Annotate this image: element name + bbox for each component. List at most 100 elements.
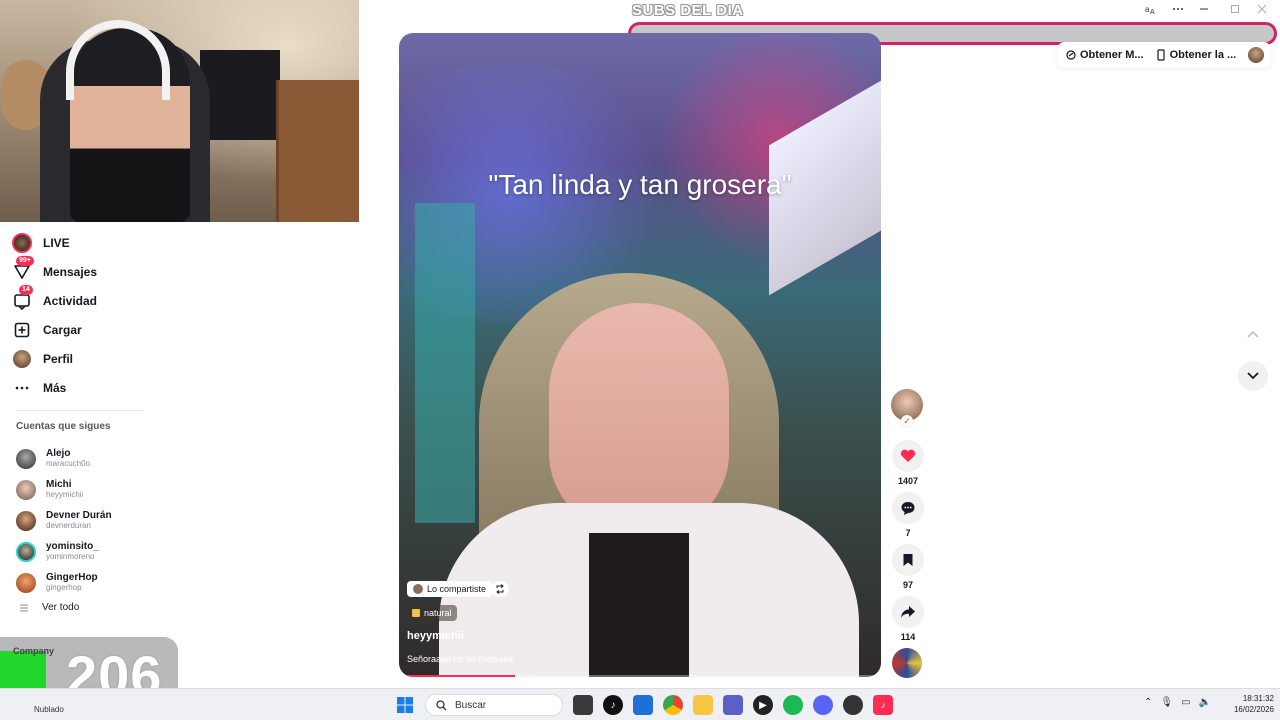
folder-icon[interactable] — [693, 695, 713, 715]
comment-button[interactable] — [892, 492, 924, 524]
see-all-button[interactable]: Ver todo — [20, 602, 79, 613]
get-desktop-button[interactable]: Obtener la ... — [1156, 49, 1237, 61]
obs-icon[interactable] — [843, 695, 863, 715]
ellipsis-icon[interactable] — [1172, 3, 1184, 19]
video-text-overlay: "Tan linda y tan grosera" — [488, 169, 792, 200]
windows-start-icon[interactable] — [395, 695, 415, 715]
nav-item-profile[interactable]: Perfil — [12, 344, 152, 373]
get-desktop-label: Obtener la ... — [1169, 49, 1237, 61]
nav-label-messages: Mensajes — [43, 264, 98, 279]
save-count: 97 — [902, 580, 913, 590]
comment-count: 7 — [905, 528, 911, 538]
following-item-alejo[interactable]: Alejo maracuch0o — [16, 443, 156, 474]
nav-item-activity[interactable]: 14 Actividad — [12, 284, 152, 315]
shared-pill[interactable]: Lo compartiste — [407, 581, 493, 597]
chrome-icon[interactable] — [663, 695, 683, 715]
effect-tag[interactable]: natural — [407, 605, 457, 621]
monitor-icon[interactable]: ▭ — [1181, 697, 1190, 708]
account-username: yominmoreno — [46, 552, 95, 561]
avatar — [16, 572, 36, 593]
spotify-icon[interactable] — [783, 695, 803, 715]
chevron-down-icon — [1247, 372, 1259, 380]
discord-icon[interactable] — [813, 695, 833, 715]
top-action-bar: Obtener M... Obtener la ... — [1058, 42, 1271, 68]
nav-item-messages[interactable]: 99+ Mensajes — [12, 255, 152, 286]
taskbar-search[interactable]: Buscar — [425, 694, 563, 716]
store-icon[interactable] — [633, 695, 653, 715]
video-progress-fill — [399, 675, 515, 677]
nav-item-more[interactable]: Más — [12, 373, 152, 402]
video-progress-bar[interactable] — [399, 675, 881, 677]
tiktok-live-icon[interactable]: ♪ — [873, 695, 893, 715]
sidebar-nav: LIVE 99+ Mensajes 14 Actividad Cargar Pe… — [12, 228, 152, 402]
nav-label-upload: Cargar — [43, 322, 82, 337]
tag-label: natural — [424, 608, 452, 618]
clock-date: 16/02/2026 — [1233, 705, 1274, 714]
chevron-up-icon — [1247, 330, 1259, 338]
repost-icon[interactable] — [491, 581, 509, 597]
like-button[interactable] — [892, 440, 924, 472]
get-app-label: Obtener M... — [1080, 49, 1144, 61]
get-app-button[interactable]: Obtener M... — [1066, 49, 1144, 61]
search-placeholder: Buscar — [455, 699, 487, 711]
file-explorer-icon[interactable] — [573, 695, 593, 715]
bookmark-icon — [903, 554, 913, 566]
action-rail: ✓ 1407 7 97 114 — [891, 389, 925, 678]
video-author[interactable]: heyymichii — [407, 630, 464, 642]
activity-icon: 14 — [12, 284, 33, 311]
restore-icon[interactable] — [1229, 3, 1241, 19]
taskbar-apps: Buscar ♪ ▶ ♪ — [395, 694, 893, 716]
microphone-icon[interactable]: 🎙 — [1160, 697, 1173, 708]
video-player[interactable]: "Tan linda y tan grosera" Lo compartiste… — [399, 33, 881, 677]
tiktok-app-icon[interactable]: ♪ — [603, 695, 623, 715]
following-list: Alejo maracuch0o Michi heyymichii Devner D… — [16, 443, 156, 598]
activity-badge: 14 — [19, 284, 33, 295]
tag-icon — [412, 609, 420, 617]
avatar — [16, 510, 36, 531]
heart-icon — [900, 449, 916, 462]
user-avatar[interactable] — [1248, 47, 1265, 63]
music-disc-icon[interactable] — [892, 648, 922, 678]
search-icon — [436, 699, 447, 710]
nav-label-more: Más — [43, 380, 67, 395]
like-count: 1407 — [897, 476, 919, 486]
media-player-icon[interactable]: ▶ — [753, 695, 773, 715]
svg-text:A: A — [1150, 9, 1155, 15]
account-name: Devner Durán — [46, 510, 112, 521]
close-icon[interactable] — [1256, 3, 1268, 19]
speaker-icon[interactable]: 🔈 — [1199, 697, 1211, 708]
previous-video-button[interactable] — [1238, 319, 1268, 349]
following-title: Cuentas que sigues — [16, 421, 111, 432]
minimize-icon[interactable] — [1198, 3, 1210, 19]
share-count: 114 — [900, 632, 916, 642]
account-name: GingerHop — [46, 572, 98, 583]
share-icon — [901, 606, 915, 618]
avatar — [16, 541, 36, 562]
upload-icon — [12, 320, 32, 340]
avatar — [413, 584, 423, 594]
clock-time: 18:31:32 — [1242, 694, 1274, 703]
sidebar-divider — [16, 410, 144, 411]
translate-icon[interactable]: aA — [1145, 3, 1157, 19]
weather-label: Nublado — [34, 705, 64, 714]
following-item-yominsito[interactable]: yominsito_ yominmoreno — [16, 536, 156, 567]
following-item-gingerhop[interactable]: GingerHop gingerhop — [16, 567, 156, 598]
avatar — [16, 448, 36, 469]
avatar — [16, 479, 36, 500]
following-item-michi[interactable]: Michi heyymichii — [16, 474, 156, 505]
comment-icon — [901, 502, 915, 515]
app-icon — [1066, 50, 1076, 60]
next-video-button[interactable] — [1238, 361, 1268, 391]
taskbar-clock[interactable]: 18:31:32 16/02/2026 — [1222, 693, 1274, 715]
video-description: Señoraaaa no se metaaaa — [407, 654, 514, 664]
system-tray: ⌃ 🎙 ▭ 🔈 — [1144, 697, 1211, 708]
following-item-devner[interactable]: Devner Durán devnerduran — [16, 505, 156, 536]
chevron-up-icon[interactable]: ⌃ — [1144, 697, 1152, 708]
teams-icon[interactable] — [723, 695, 743, 715]
nav-item-upload[interactable]: Cargar — [12, 315, 152, 344]
save-button[interactable] — [892, 544, 924, 576]
share-button[interactable] — [892, 596, 924, 628]
creator-avatar[interactable]: ✓ — [891, 389, 923, 427]
following-check-icon: ✓ — [901, 415, 913, 427]
nav-item-live[interactable]: LIVE — [12, 228, 152, 257]
